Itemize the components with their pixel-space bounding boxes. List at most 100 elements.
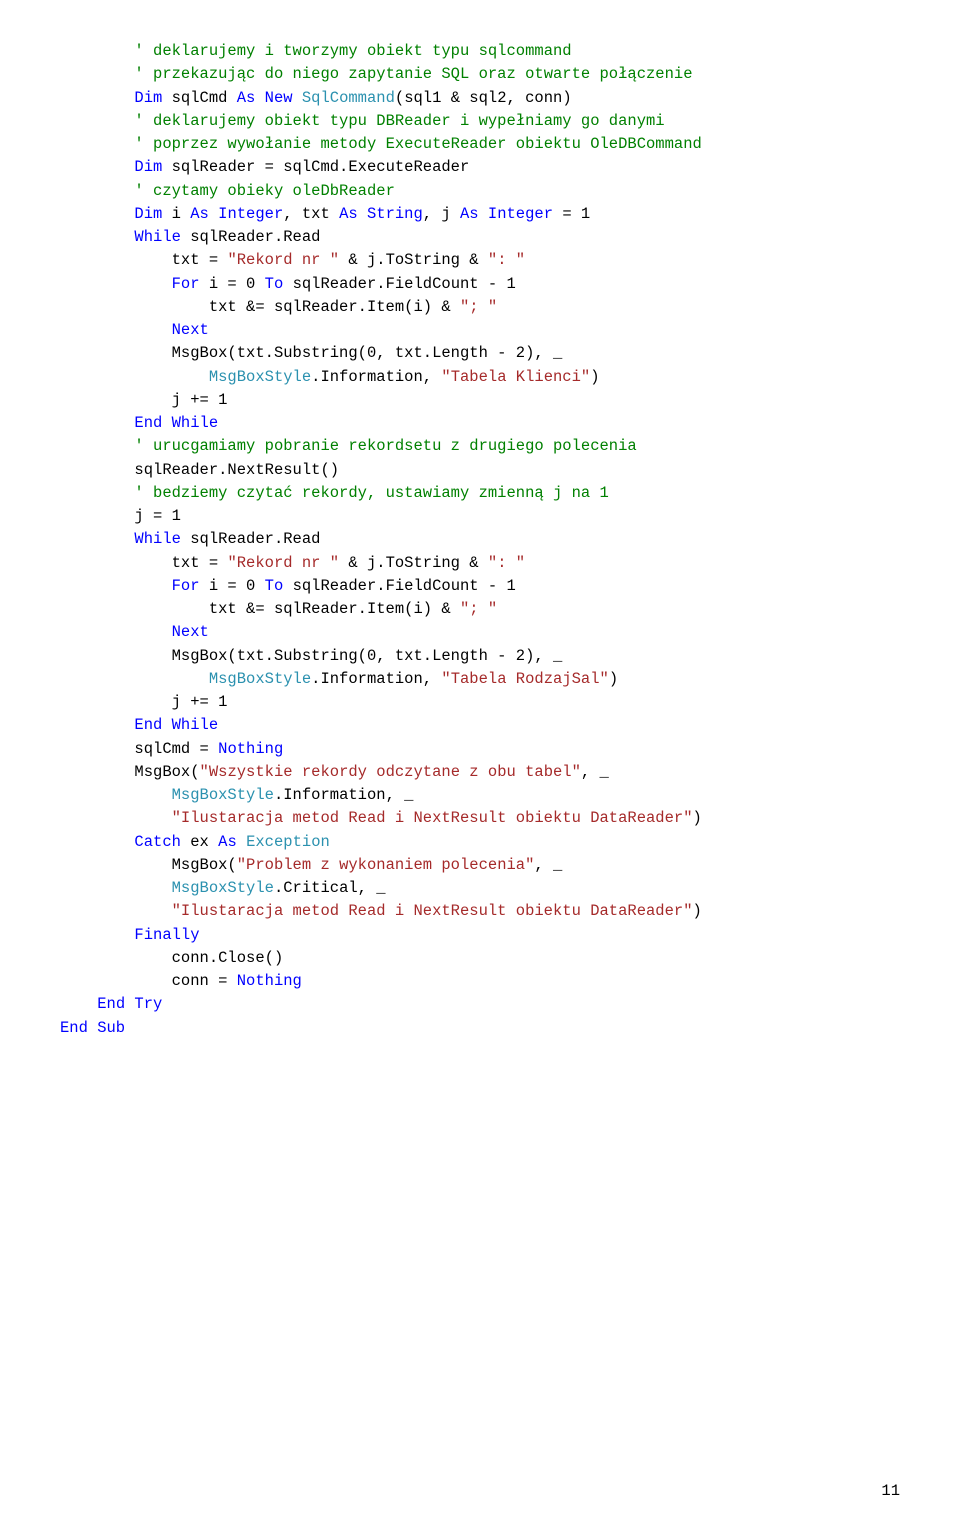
code-token: For [172,275,200,293]
code-token: Nothing [237,972,302,990]
code-token: Catch [134,833,181,851]
code-line: MsgBoxStyle.Information, "Tabela RodzajS… [60,668,900,691]
code-token: "Rekord nr " [227,554,339,572]
code-token: To [265,275,284,293]
code-line: MsgBox(txt.Substring(0, txt.Length - 2),… [60,645,900,668]
code-token: , j [423,205,460,223]
code-token: sqlReader.FieldCount - 1 [283,577,516,595]
code-token [237,833,246,851]
code-token: j += 1 [172,693,228,711]
code-token: While [134,228,181,246]
code-line: txt &= sqlReader.Item(i) & "; " [60,598,900,621]
code-token: ) [693,902,702,920]
code-line: ' urucgamiamy pobranie rekordsetu z drug… [60,435,900,458]
code-token: As Integer [190,205,283,223]
code-token: i [162,205,190,223]
code-line: End While [60,412,900,435]
code-token: End While [134,414,218,432]
code-token: i = 0 [200,577,265,595]
code-line: sqlReader.NextResult() [60,459,900,482]
code-token: Finally [134,926,199,944]
code-token: sqlReader.FieldCount - 1 [283,275,516,293]
code-token: ": " [488,251,525,269]
code-token: sqlReader = sqlCmd.ExecuteReader [162,158,469,176]
code-token: As String [339,205,423,223]
code-line: j = 1 [60,505,900,528]
code-line: While sqlReader.Read [60,226,900,249]
code-token: & j.ToString & [339,251,488,269]
code-token: ) [609,670,618,688]
code-line: txt &= sqlReader.Item(i) & "; " [60,296,900,319]
code-token: End Sub [60,1019,125,1037]
code-line: MsgBox(txt.Substring(0, txt.Length - 2),… [60,342,900,365]
code-token [293,89,302,107]
code-token: MsgBoxStyle [209,368,311,386]
code-token: MsgBoxStyle [172,879,274,897]
code-line: ' deklarujemy obiekt typu DBReader i wyp… [60,110,900,133]
code-token: Next [172,321,209,339]
code-line: MsgBox("Wszystkie rekordy odczytane z ob… [60,761,900,784]
code-line: "Ilustaracja metod Read i NextResult obi… [60,900,900,923]
code-token: txt = [172,554,228,572]
code-token: To [265,577,284,595]
code-token: j += 1 [172,391,228,409]
code-token: Exception [246,833,330,851]
code-line: conn.Close() [60,947,900,970]
code-token: "Wszystkie rekordy odczytane z obu tabel… [200,763,581,781]
code-line: For i = 0 To sqlReader.FieldCount - 1 [60,273,900,296]
code-token: conn = [172,972,237,990]
code-token: MsgBox( [134,763,199,781]
code-token: .Information, [311,670,441,688]
code-token: txt = [172,251,228,269]
code-line: ' bedziemy czytać rekordy, ustawiamy zmi… [60,482,900,505]
code-token: txt &= sqlReader.Item(i) & [209,600,460,618]
code-token: , txt [283,205,339,223]
code-line: End While [60,714,900,737]
code-token: MsgBox(txt.Substring(0, txt.Length - 2),… [172,647,563,665]
code-token: As Integer [460,205,553,223]
code-token: "Ilustaracja metod Read i NextResult obi… [172,809,693,827]
code-line: For i = 0 To sqlReader.FieldCount - 1 [60,575,900,598]
code-token: "Tabela RodzajSal" [441,670,608,688]
code-token: "; " [460,298,497,316]
code-token: As New [237,89,293,107]
code-token: End While [134,716,218,734]
code-token: sqlCmd [162,89,236,107]
code-token: & j.ToString & [339,554,488,572]
code-line: txt = "Rekord nr " & j.ToString & ": " [60,249,900,272]
code-token: End Try [97,995,162,1013]
code-line: End Try [60,993,900,1016]
code-line: "Ilustaracja metod Read i NextResult obi… [60,807,900,830]
code-token: .Information, [311,368,441,386]
code-token: ' przekazując do niego zapytanie SQL ora… [134,65,692,83]
code-token: , _ [534,856,562,874]
code-token: sqlReader.Read [181,530,321,548]
code-line: j += 1 [60,389,900,412]
code-token: As [218,833,237,851]
code-token: , _ [581,763,609,781]
code-token: "; " [460,600,497,618]
code-token: j = 1 [134,507,181,525]
code-line: Finally [60,924,900,947]
code-token: MsgBox(txt.Substring(0, txt.Length - 2),… [172,344,563,362]
code-line: End Sub [60,1017,900,1040]
code-token: "Ilustaracja metod Read i NextResult obi… [172,902,693,920]
code-token: "Rekord nr " [227,251,339,269]
code-token: Next [172,623,209,641]
code-token: ) [590,368,599,386]
code-line: MsgBoxStyle.Information, "Tabela Klienci… [60,366,900,389]
code-token: = 1 [553,205,590,223]
code-line: conn = Nothing [60,970,900,993]
code-block: ' deklarujemy i tworzymy obiekt typu sql… [60,40,900,1040]
code-line: Dim i As Integer, txt As String, j As In… [60,203,900,226]
code-line: Dim sqlCmd As New SqlCommand(sql1 & sql2… [60,87,900,110]
code-line: ' czytamy obieky oleDbReader [60,180,900,203]
code-line: MsgBoxStyle.Information, _ [60,784,900,807]
code-token: sqlCmd = [134,740,218,758]
code-token: sqlReader.NextResult() [134,461,339,479]
code-token: ' deklarujemy i tworzymy obiekt typu sql… [134,42,571,60]
code-token: Dim [134,158,162,176]
code-line: MsgBox("Problem z wykonaniem polecenia",… [60,854,900,877]
code-token: ) [693,809,702,827]
code-line: Catch ex As Exception [60,831,900,854]
